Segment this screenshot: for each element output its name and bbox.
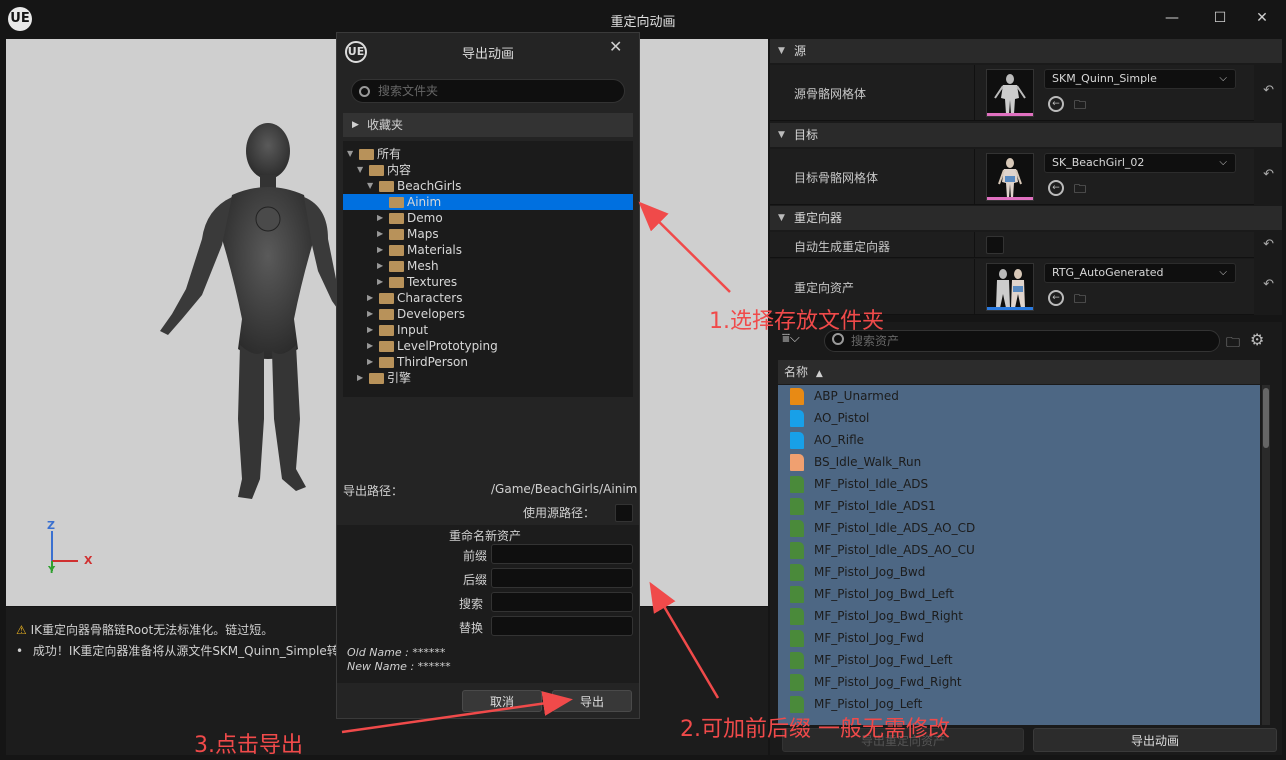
- annotation-step1: 1.选择存放文件夹: [709, 309, 884, 334]
- annotation-step2: 2.可加前后缀 一般无需修改: [680, 717, 950, 742]
- arrow-step2: [649, 581, 720, 699]
- annotation-arrows: [341, 201, 731, 734]
- arrow-step1: [638, 201, 731, 293]
- annotation-step3: 3.点击导出: [194, 733, 303, 758]
- arrow-step3: [341, 691, 573, 734]
